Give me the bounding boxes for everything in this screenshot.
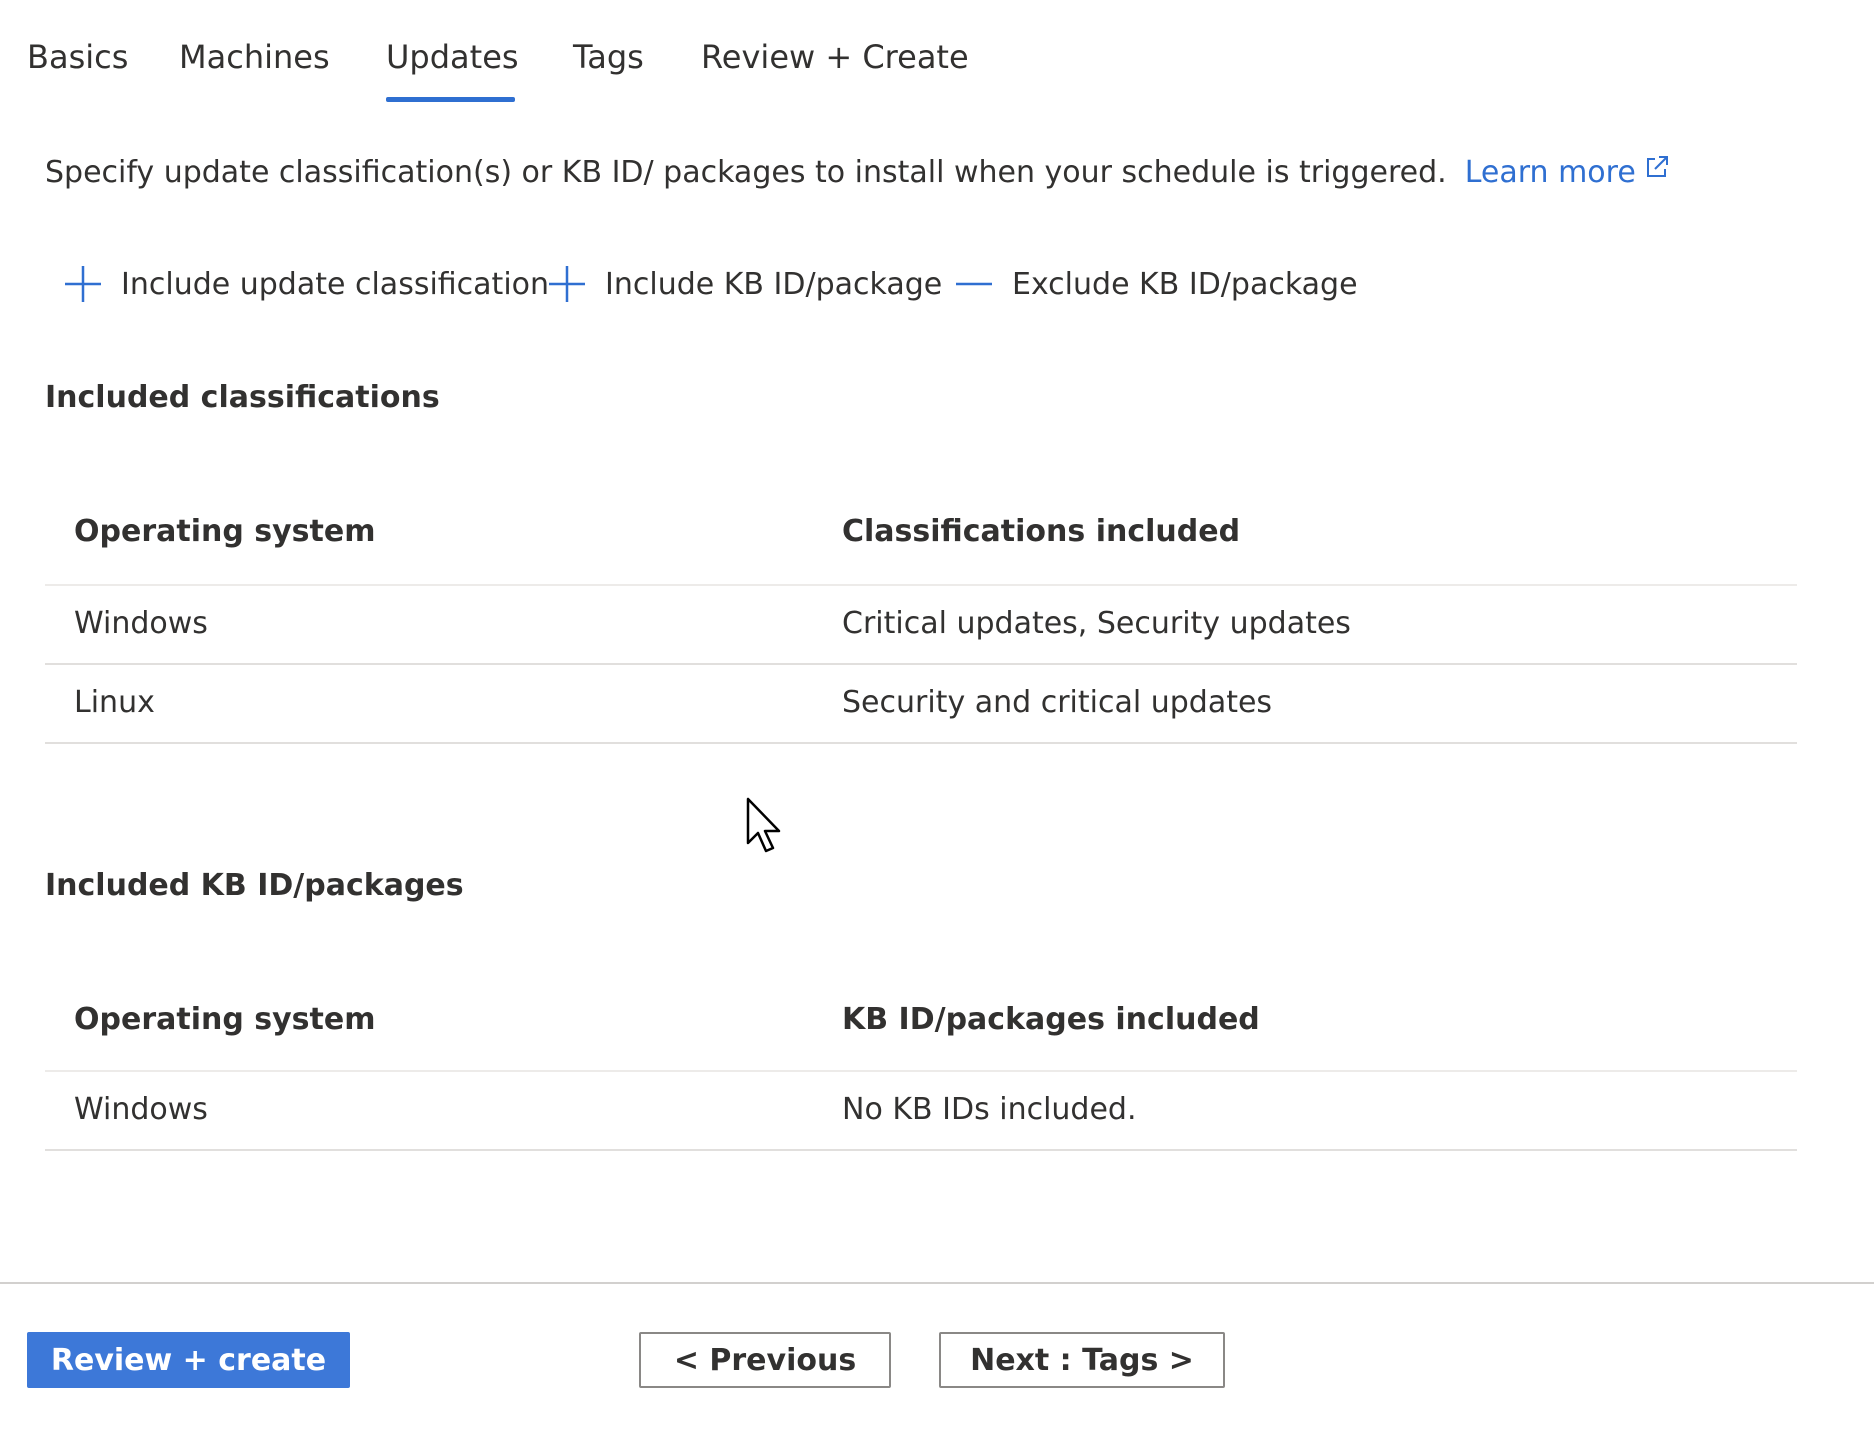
previous-button[interactable]: < Previous bbox=[639, 1332, 891, 1388]
include-update-classification-label: Include update classification bbox=[121, 266, 550, 302]
column-header-os: Operating system bbox=[74, 514, 376, 549]
exclude-kb-package-label: Exclude KB ID/package bbox=[1012, 266, 1358, 302]
include-kb-package-button[interactable]: Include KB ID/package bbox=[547, 264, 942, 304]
tab-tags[interactable]: Tags bbox=[573, 38, 644, 76]
column-header-os: Operating system bbox=[74, 1002, 376, 1037]
plus-icon bbox=[65, 266, 101, 302]
row-classifications: Security and critical updates bbox=[842, 685, 1273, 720]
included-kb-packages-title: Included KB ID/packages bbox=[45, 868, 464, 903]
description-text: Specify update classification(s) or KB I… bbox=[45, 155, 1447, 190]
updates-description: Specify update classification(s) or KB I… bbox=[45, 154, 1670, 190]
tab-machines[interactable]: Machines bbox=[179, 38, 330, 76]
table-header: Operating system KB ID/packages included bbox=[45, 966, 1797, 1072]
row-kb-packages: No KB IDs included. bbox=[842, 1092, 1137, 1127]
table-row: Windows No KB IDs included. bbox=[45, 1072, 1797, 1151]
included-classifications-title: Included classifications bbox=[45, 380, 440, 415]
table-row: Windows Critical updates, Security updat… bbox=[45, 586, 1797, 665]
plus-icon bbox=[549, 266, 585, 302]
external-link-icon bbox=[1646, 156, 1668, 177]
learn-more-link[interactable]: Learn more bbox=[1465, 155, 1670, 190]
row-os: Windows bbox=[74, 1092, 208, 1127]
kb-packages-table: Operating system KB ID/packages included… bbox=[45, 966, 1797, 1151]
row-os: Linux bbox=[74, 685, 155, 720]
include-kb-package-label: Include KB ID/package bbox=[605, 266, 943, 302]
review-create-button[interactable]: Review + create bbox=[27, 1332, 350, 1388]
tab-basics[interactable]: Basics bbox=[27, 38, 128, 76]
column-header-kb-packages: KB ID/packages included bbox=[842, 1002, 1260, 1037]
column-header-classifications: Classifications included bbox=[842, 514, 1241, 549]
row-classifications: Critical updates, Security updates bbox=[842, 606, 1351, 641]
minus-icon bbox=[956, 282, 992, 286]
exclude-kb-package-button[interactable]: Exclude KB ID/package bbox=[954, 264, 1358, 304]
learn-more-label: Learn more bbox=[1464, 155, 1636, 190]
next-tags-button[interactable]: Next : Tags > bbox=[939, 1332, 1225, 1388]
table-header: Operating system Classifications include… bbox=[45, 478, 1797, 586]
row-os: Windows bbox=[74, 606, 208, 641]
classifications-table: Operating system Classifications include… bbox=[45, 478, 1797, 744]
mouse-cursor-icon bbox=[746, 797, 781, 853]
active-tab-indicator bbox=[386, 97, 515, 102]
table-row: Linux Security and critical updates bbox=[45, 665, 1797, 744]
include-update-classification-button[interactable]: Include update classification bbox=[63, 264, 549, 304]
footer-divider bbox=[0, 1282, 1874, 1284]
tab-review-create[interactable]: Review + Create bbox=[701, 38, 969, 76]
tab-updates[interactable]: Updates bbox=[386, 38, 519, 76]
